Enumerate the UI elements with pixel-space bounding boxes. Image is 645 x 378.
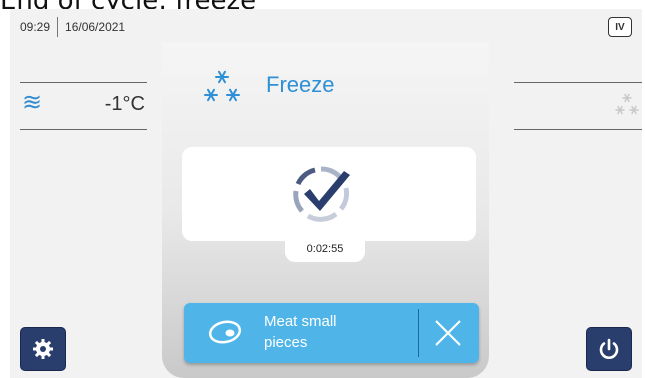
snowflake-mode-block[interactable] (514, 82, 642, 130)
cycle-panel: Freeze 0:02:55 Meat small pieces (162, 43, 489, 378)
program-label: Meat small pieces (264, 311, 384, 353)
gear-icon (33, 339, 53, 359)
control-panel-screen: 09:29 16/06/2021 IV ≋ -1°C Freeze 0:02:5… (10, 9, 642, 378)
status-bar: 09:29 16/06/2021 (20, 17, 125, 37)
close-icon[interactable] (432, 317, 464, 349)
wave-icon: ≋ (22, 89, 43, 116)
elapsed-time: 0:02:55 (285, 236, 365, 262)
power-icon (599, 338, 619, 359)
status-separator (57, 17, 59, 37)
cycle-complete-check-icon (293, 166, 350, 222)
power-button[interactable] (586, 327, 632, 371)
settings-button[interactable] (20, 327, 66, 371)
program-button[interactable]: Meat small pieces (184, 303, 479, 363)
button-divider (418, 309, 419, 357)
snowflakes-icon (615, 93, 639, 115)
meat-icon (208, 320, 242, 344)
cycle-mode-title: Freeze (266, 72, 335, 97)
program-label-line-1: Meat small (264, 313, 337, 330)
clock-date: 16/06/2021 (65, 20, 126, 34)
probe-temperature: -1°C (104, 93, 145, 115)
program-label-line-2: pieces (264, 334, 308, 351)
snowflakes-icon (204, 70, 240, 102)
probe-temperature-block[interactable]: ≋ -1°C (20, 82, 147, 130)
level-badge[interactable]: IV (608, 17, 632, 37)
clock-time: 09:29 (20, 20, 51, 34)
